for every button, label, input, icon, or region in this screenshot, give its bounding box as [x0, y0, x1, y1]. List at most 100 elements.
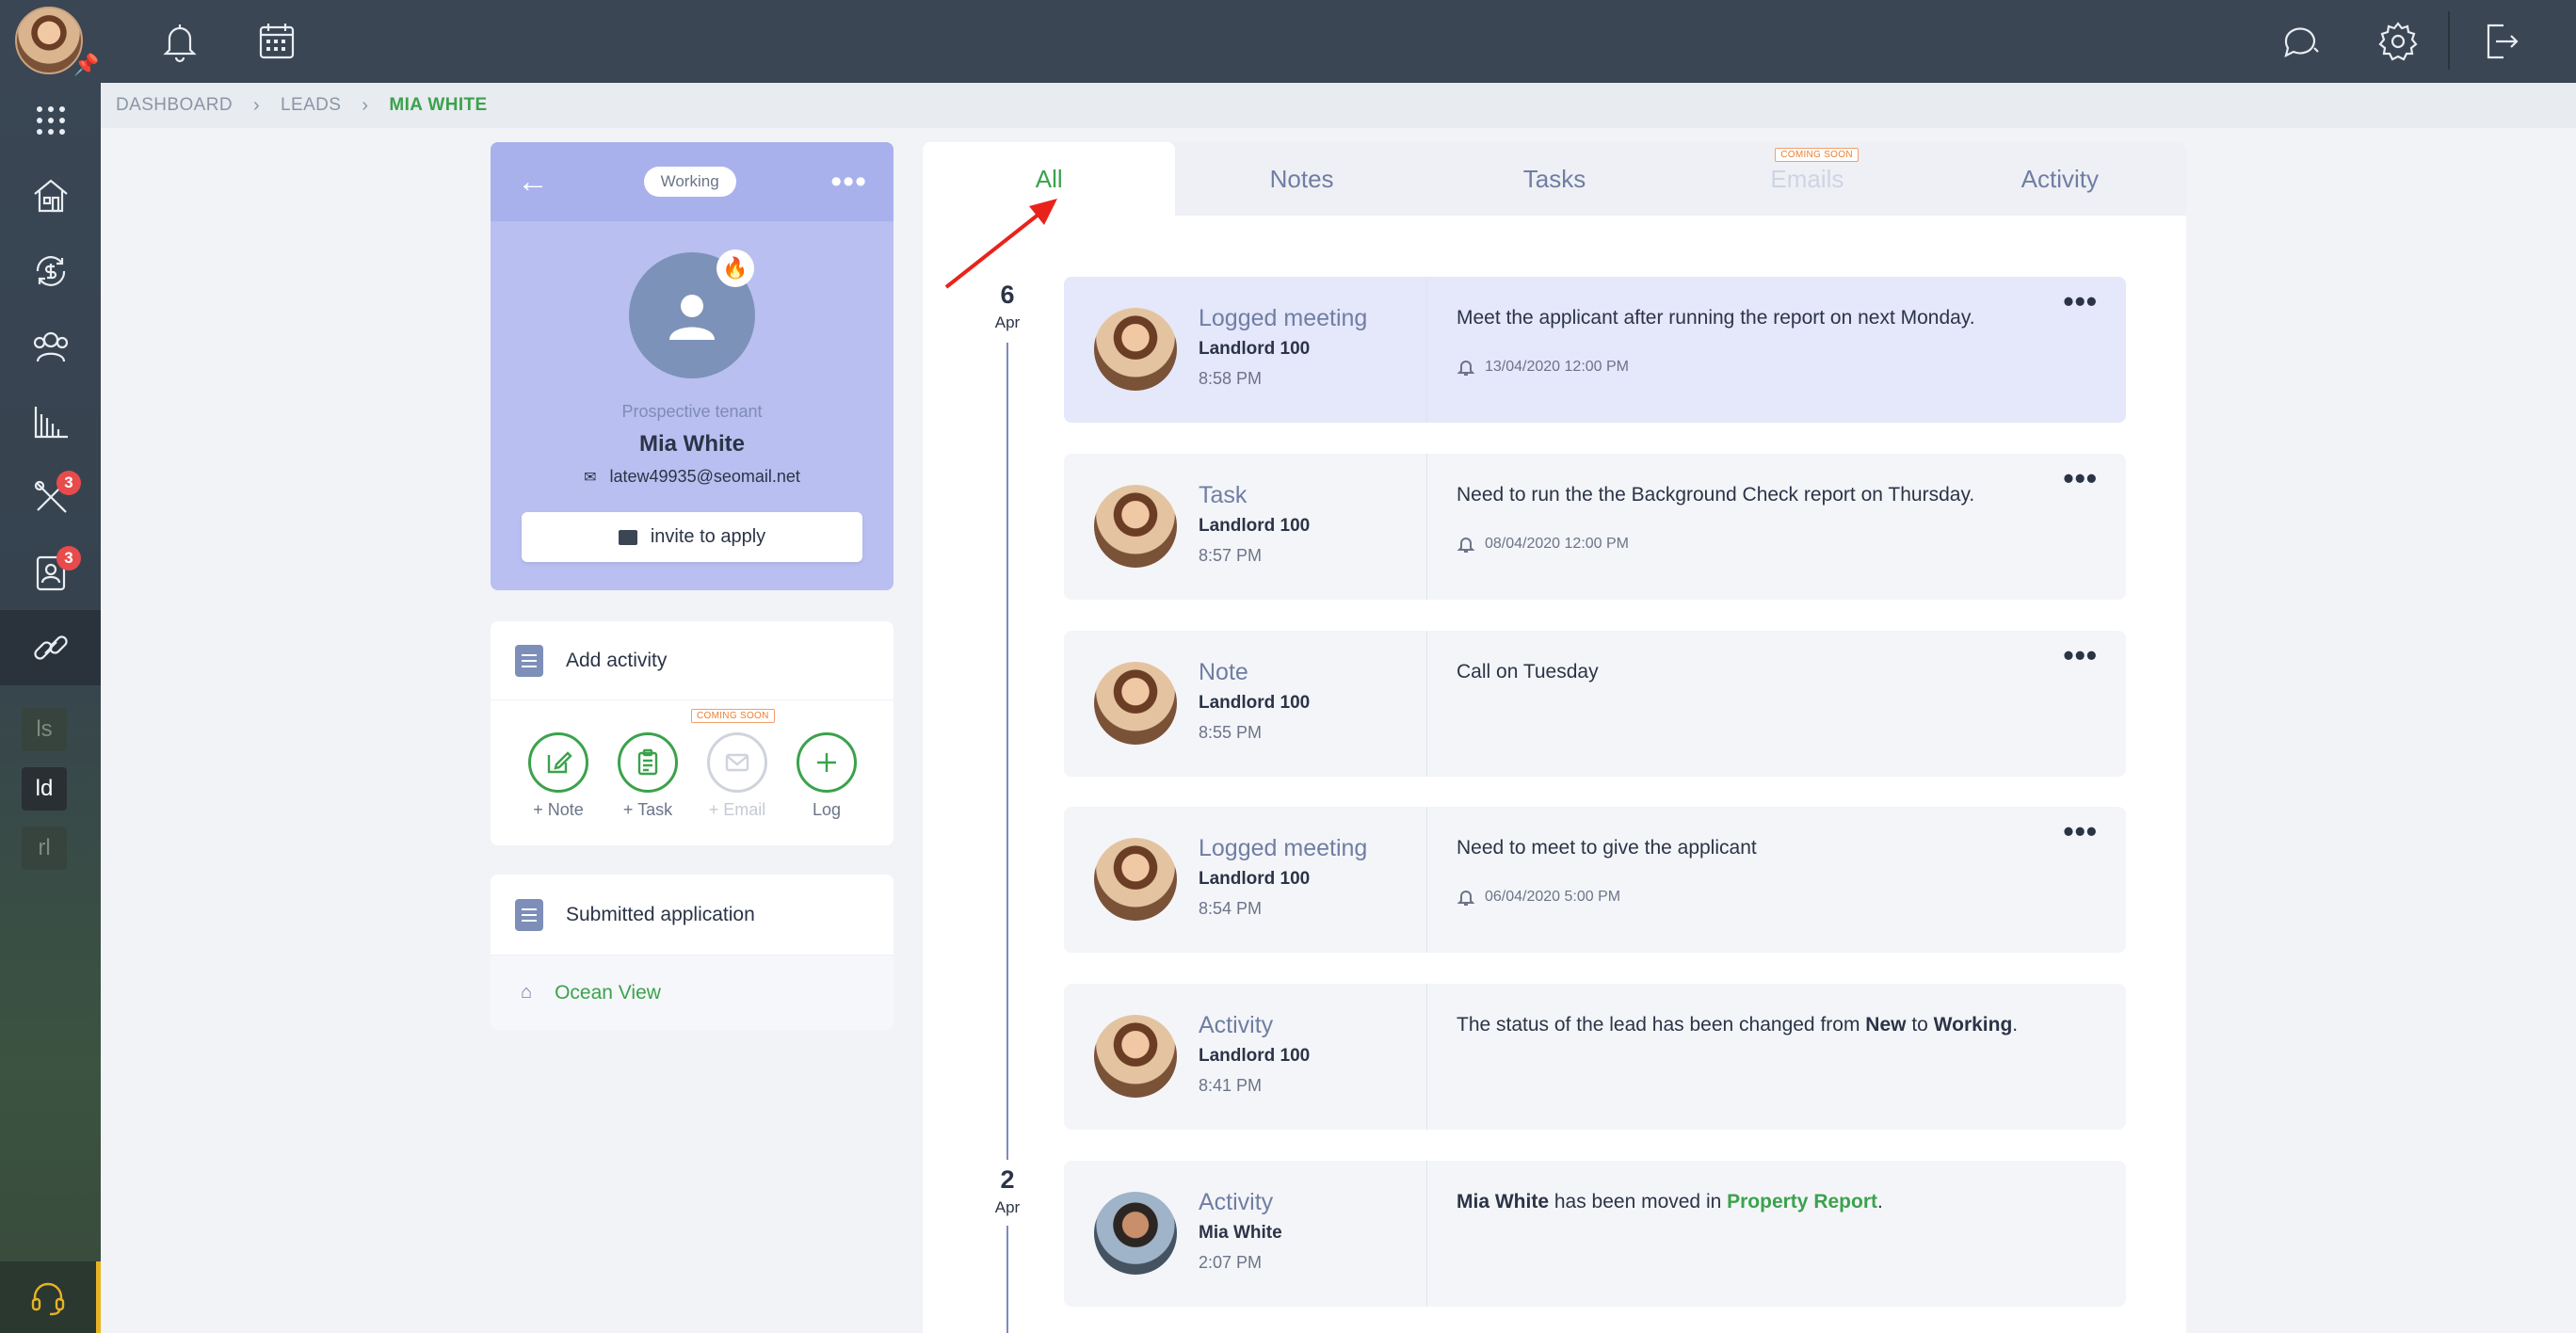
activity-owner: Mia White	[1199, 1223, 1282, 1243]
add-email-button	[707, 732, 767, 793]
pin-icon[interactable]: 📌	[73, 53, 99, 77]
submitted-application-panel: Submitted application ⌂ Ocean View	[491, 875, 894, 1030]
tools-badge: 3	[56, 471, 81, 495]
avatar	[1094, 485, 1177, 568]
property-link[interactable]: Ocean View	[555, 982, 661, 1004]
email-icon	[725, 753, 749, 772]
reminder: 06/04/2020 5:00 PM	[1457, 888, 1620, 907]
top-bar	[101, 0, 2576, 83]
activity-text: Meet the applicant after running the rep…	[1457, 307, 1975, 329]
timeline-item[interactable]: Activity Landlord 100 8:41 PM The status…	[1064, 984, 2126, 1130]
reminder: 08/04/2020 12:00 PM	[1457, 535, 1629, 554]
contacts-badge: 3	[56, 546, 81, 570]
timeline-line	[1006, 343, 1008, 1160]
add-task-button[interactable]	[618, 732, 678, 793]
workspace-rl[interactable]: rl	[22, 827, 67, 870]
gear-icon[interactable]	[2372, 15, 2424, 68]
coming-soon-badge: COMING SOON	[691, 709, 775, 723]
activity-type[interactable]: Activity	[1199, 1189, 1273, 1216]
add-note-button[interactable]	[528, 732, 588, 793]
workspace-ld[interactable]: ld	[22, 767, 67, 811]
contact-card-icon[interactable]: 3	[0, 535, 101, 610]
breadcrumb: DASHBOARD › LEADS › MIA WHITE	[101, 83, 2576, 128]
activity-time: 2:07 PM	[1199, 1253, 1263, 1272]
activity-owner: Landlord 100	[1199, 693, 1311, 713]
activity-time: 8:54 PM	[1199, 899, 1263, 918]
lead-card: ← Working ••• 🔥 Prospective tenant Mia W…	[491, 142, 894, 590]
tab-notes[interactable]: Notes	[1175, 142, 1427, 216]
coming-soon-badge: COMING SOON	[1775, 148, 1859, 162]
money-cycle-icon[interactable]	[0, 233, 101, 309]
reminder-date: 08/04/2020 12:00 PM	[1485, 536, 1630, 552]
support-button[interactable]	[0, 1261, 101, 1333]
application-property-row[interactable]: ⌂ Ocean View	[491, 956, 894, 1030]
avatar	[1094, 662, 1177, 745]
lead-card-header: ← Working •••	[491, 142, 894, 221]
more-options-icon[interactable]: •••	[830, 164, 867, 201]
document-icon	[515, 644, 543, 677]
more-options-icon[interactable]: •••	[2063, 284, 2098, 319]
chat-icon[interactable]	[2274, 15, 2326, 68]
activity-type[interactable]: Note	[1199, 659, 1248, 686]
invite-to-apply-button[interactable]: invite to apply	[522, 512, 862, 562]
timeline-item[interactable]: Note Landlord 100 8:55 PM Call on Tuesda…	[1064, 631, 2126, 777]
home-icon: ⌂	[521, 982, 533, 1003]
link-icon[interactable]	[0, 610, 101, 685]
bell-icon	[1457, 361, 1475, 376]
tools-icon[interactable]: 3	[0, 459, 101, 535]
back-arrow-icon[interactable]: ←	[517, 164, 549, 201]
house-icon[interactable]	[0, 158, 101, 233]
avatar	[1094, 1192, 1177, 1275]
activity-type[interactable]: Logged meeting	[1199, 835, 1367, 862]
add-task-label: + Task	[622, 800, 673, 819]
timeline-item[interactable]: Logged meeting Landlord 100 8:58 PM Meet…	[1064, 277, 2126, 423]
lead-email-text[interactable]: latew49935@seomail.net	[610, 467, 800, 486]
bell-icon	[1457, 538, 1475, 553]
more-options-icon[interactable]: •••	[2063, 461, 2098, 496]
activity-owner: Landlord 100	[1199, 339, 1311, 359]
application-icon	[515, 898, 543, 931]
breadcrumb-dashboard[interactable]: DASHBOARD	[116, 95, 233, 116]
activity-time: 8:57 PM	[1199, 546, 1263, 565]
timeline-item[interactable]: Logged meeting Landlord 100 8:54 PM Need…	[1064, 807, 2126, 953]
timeline-item[interactable]: Task Landlord 100 8:57 PM Need to run th…	[1064, 454, 2126, 600]
reminder: 13/04/2020 12:00 PM	[1457, 358, 1629, 377]
tab-emails: Emails COMING SOON	[1681, 142, 1933, 216]
activity-text: Need to run the the Background Check rep…	[1457, 484, 1975, 506]
add-activity-header: Add activity	[491, 621, 894, 700]
activity-text: The status of the lead has been changed …	[1457, 1014, 2019, 1036]
hot-lead-fire-icon: 🔥	[716, 249, 754, 287]
property-report-link[interactable]: Property Report	[1727, 1191, 1877, 1213]
mail-icon: ✉	[584, 470, 597, 486]
activity-text: Mia White has been moved in Property Rep…	[1457, 1191, 1883, 1213]
note-icon	[547, 751, 572, 774]
users-icon[interactable]	[0, 309, 101, 384]
activity-owner: Landlord 100	[1199, 516, 1311, 536]
timeline-item[interactable]: Activity Mia White 2:07 PM Mia White has…	[1064, 1161, 2126, 1307]
tab-activity[interactable]: Activity	[1934, 142, 2186, 216]
calendar-icon[interactable]	[250, 15, 303, 68]
chevron-right-icon: ›	[252, 94, 261, 116]
chart-icon[interactable]	[0, 384, 101, 459]
workspace-ls[interactable]: ls	[22, 708, 67, 751]
tab-tasks[interactable]: Tasks	[1428, 142, 1681, 216]
invite-button-label: invite to apply	[650, 526, 766, 547]
apps-grid-icon[interactable]	[0, 83, 101, 158]
activity-owner: Landlord 100	[1199, 869, 1311, 889]
date-day: 2	[1000, 1165, 1015, 1194]
topbar-divider	[2448, 11, 2450, 70]
activity-time: 8:58 PM	[1199, 369, 1263, 388]
logout-icon[interactable]	[2474, 15, 2527, 68]
more-options-icon[interactable]: •••	[2063, 814, 2098, 849]
more-options-icon[interactable]: •••	[2063, 638, 2098, 673]
lead-name: Mia White	[639, 431, 745, 457]
add-activity-panel: Add activity COMING SOON + Note + Task +…	[491, 621, 894, 845]
activity-type[interactable]: Activity	[1199, 1012, 1273, 1039]
activity-time: 8:41 PM	[1199, 1076, 1263, 1095]
status-badge[interactable]: Working	[643, 167, 736, 197]
activity-type[interactable]: Task	[1199, 482, 1247, 509]
bell-icon[interactable]	[153, 15, 206, 68]
activity-type[interactable]: Logged meeting	[1199, 305, 1367, 332]
breadcrumb-leads[interactable]: LEADS	[281, 95, 341, 116]
log-button[interactable]	[797, 732, 857, 793]
